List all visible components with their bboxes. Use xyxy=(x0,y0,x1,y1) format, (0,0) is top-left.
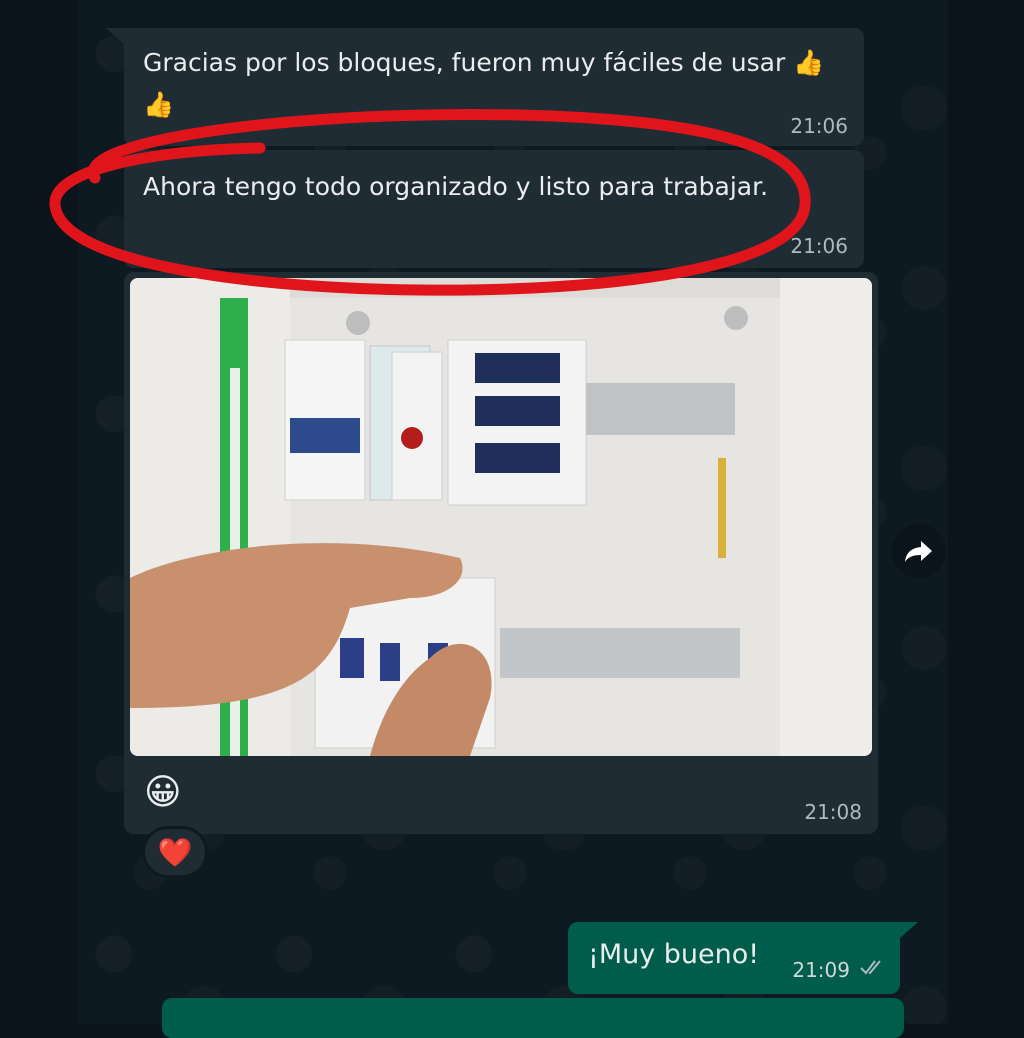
forward-icon xyxy=(905,541,932,562)
message-time: 21:06 xyxy=(790,114,848,138)
forward-button[interactable] xyxy=(892,524,946,578)
incoming-message[interactable]: Gracias por los bloques, fueron muy fáci… xyxy=(124,28,864,146)
message-text: Ahora tengo todo organizado y listo para… xyxy=(143,172,769,201)
message-time: 21:06 xyxy=(790,234,848,258)
message-text: Gracias por los bloques, fueron muy fáci… xyxy=(143,48,825,119)
photo-illustration xyxy=(130,278,872,756)
message-time: 21:08 xyxy=(804,800,862,824)
incoming-image-message[interactable]: 😀 21:08 xyxy=(124,272,878,834)
outgoing-message[interactable]: ¡Muy bueno! 21:09 xyxy=(568,922,900,994)
reaction-badge[interactable]: ❤️ xyxy=(142,826,208,878)
breaker-panel-photo[interactable] xyxy=(130,278,872,756)
outgoing-message-partial[interactable] xyxy=(162,998,904,1038)
message-time: 21:09 xyxy=(792,958,850,982)
incoming-message[interactable]: Ahora tengo todo organizado y listo para… xyxy=(124,150,864,268)
double-check-icon xyxy=(860,960,881,975)
message-text: ¡Muy bueno! xyxy=(588,939,760,970)
bubble-tail xyxy=(900,922,918,938)
bubble-tail xyxy=(106,28,124,44)
message-caption: 😀 xyxy=(144,772,182,813)
